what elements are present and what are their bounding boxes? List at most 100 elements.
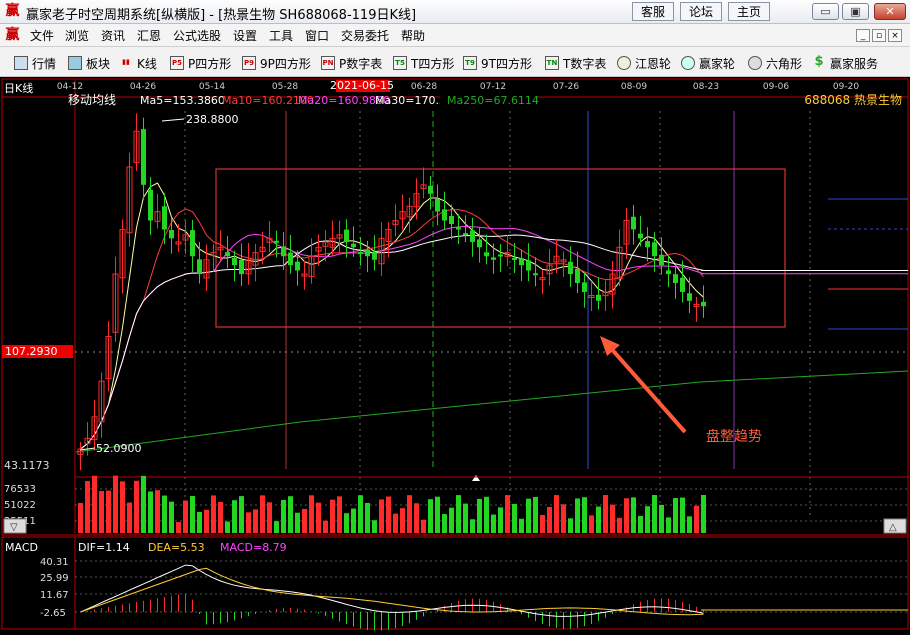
- restore-button[interactable]: ▣: [842, 3, 869, 20]
- menu-trade[interactable]: 交易委托: [341, 27, 389, 44]
- toolbar-winner-service[interactable]: $ 赢家服务: [812, 54, 878, 72]
- mdi-restore-button[interactable]: ▫: [872, 29, 886, 42]
- menu-info[interactable]: 资讯: [101, 27, 125, 44]
- toolbar: 行情 板块 ▮▮ K线 P5 P四方形 P9 9P四方形 PN P数字表 T5 T四方形 …: [0, 47, 910, 77]
- customer-service-link[interactable]: 客服: [632, 2, 674, 21]
- app-logo-icon: 赢: [5, 3, 20, 19]
- volume-tick: 51022: [4, 500, 36, 511]
- menu-formula-screening[interactable]: 公式选股: [173, 27, 221, 44]
- dollar-icon: $: [814, 54, 824, 69]
- candle: [169, 230, 174, 239]
- volume-bar: [624, 498, 629, 533]
- annotation-arrow: [606, 343, 687, 434]
- menu-huien[interactable]: 汇恩: [137, 27, 161, 44]
- volume-bar: [218, 501, 223, 533]
- volume-bar: [92, 475, 97, 533]
- menu-file[interactable]: 文件: [30, 27, 54, 44]
- ma5-line: [80, 182, 704, 450]
- candle: [645, 241, 650, 248]
- volume-bar: [239, 496, 244, 533]
- volume-bar: [470, 519, 475, 533]
- candle: [631, 216, 636, 230]
- main-panel-border: [1, 78, 909, 536]
- candlestick-icon: ▮▮: [122, 58, 130, 66]
- toolbar-gann-wheel[interactable]: 江恩轮: [617, 54, 671, 72]
- toolbar-winner-wheel[interactable]: 赢家轮: [681, 54, 735, 72]
- candle: [162, 206, 167, 230]
- candle: [701, 301, 706, 307]
- toolbar-kline[interactable]: ▮▮ K线: [119, 54, 157, 72]
- forum-link[interactable]: 论坛: [680, 2, 722, 21]
- volume-bar: [379, 499, 384, 533]
- volume-bar: [358, 495, 363, 533]
- volume-bar: [176, 522, 181, 533]
- date-tick: 08-09: [621, 82, 647, 92]
- p5-icon: P5: [170, 56, 184, 70]
- candle: [295, 261, 300, 271]
- candle: [435, 198, 440, 212]
- menu-window[interactable]: 窗口: [305, 27, 329, 44]
- volume-bar: [232, 500, 237, 533]
- menu-tools[interactable]: 工具: [269, 27, 293, 44]
- menu-browse[interactable]: 浏览: [65, 27, 89, 44]
- volume-bar: [442, 514, 447, 533]
- volume-bar: [253, 509, 258, 533]
- volume-bar: [463, 503, 468, 533]
- volume-bar: [120, 481, 125, 533]
- ma20-line: [80, 225, 704, 450]
- volume-bar: [680, 497, 685, 533]
- toolbar-p-table[interactable]: PN P数字表: [321, 54, 382, 72]
- toolbar-t-table[interactable]: TN T数字表: [545, 54, 606, 72]
- menu-help[interactable]: 帮助: [401, 27, 425, 44]
- toolbar-9t-square[interactable]: T9 9T四方形: [463, 54, 532, 72]
- volume-tick: 76533: [4, 484, 36, 495]
- macd-tick: 40.31: [40, 557, 69, 568]
- menu-app-icon[interactable]: 赢: [4, 27, 21, 44]
- date-axis: 04-12 04-26 05-14 05-28 2021-06-15 06-28 07-12…: [57, 79, 859, 92]
- candle: [491, 257, 496, 260]
- date-tick: 09-06: [763, 82, 789, 92]
- volume-bar: [323, 520, 328, 533]
- close-button[interactable]: ✕: [874, 3, 906, 20]
- candle: [148, 189, 153, 221]
- low-price-label: 52.0900: [96, 442, 142, 455]
- mdi-minimize-button[interactable]: _: [856, 29, 870, 42]
- macd-dea: DEA=5.53: [148, 541, 205, 554]
- wheel-icon: [681, 56, 695, 70]
- minimize-button[interactable]: ▭: [812, 3, 839, 20]
- chart-svg[interactable]: 04-12 04-26 05-14 05-28 2021-06-15 06-28 07-12…: [0, 77, 910, 631]
- ma250-label-top: Ma250=67.6114: [447, 94, 539, 107]
- date-tick: 04-12: [57, 82, 83, 92]
- date-tick: 07-12: [480, 82, 506, 92]
- blocks-icon: [68, 56, 82, 70]
- homepage-link[interactable]: 主页: [728, 2, 770, 21]
- volume-bar: [575, 498, 580, 533]
- candle: [638, 233, 643, 239]
- candle: [673, 274, 678, 283]
- volume-bar: [141, 475, 146, 533]
- toolbar-9p-square[interactable]: P9 9P四方形: [242, 54, 311, 72]
- volume-bar: [225, 521, 230, 533]
- volume-bar: [337, 496, 342, 533]
- mdi-close-button[interactable]: ×: [888, 29, 902, 42]
- candle: [568, 261, 573, 275]
- volume-bar: [687, 516, 692, 533]
- toolbar-t-square[interactable]: T5 T四方形: [393, 54, 454, 72]
- candle: [533, 273, 538, 276]
- dif-line: [80, 564, 704, 617]
- volume-bar: [99, 491, 104, 533]
- candle: [484, 252, 489, 257]
- volume-bar: [449, 507, 454, 533]
- macd-title: MACD: [5, 541, 38, 554]
- toolbar-quotes[interactable]: 行情: [14, 54, 56, 72]
- toolbar-sectors[interactable]: 板块: [68, 54, 110, 72]
- volume-bar: [127, 502, 132, 533]
- toolbar-hexagon[interactable]: 六角形: [748, 54, 802, 72]
- toolbar-p-square[interactable]: P5 P四方形: [170, 54, 231, 72]
- volume-bar: [288, 496, 293, 533]
- menu-settings[interactable]: 设置: [233, 27, 257, 44]
- candle: [428, 185, 433, 194]
- annotation-text: 盘整趋势: [706, 428, 762, 445]
- window-title: 赢家老子时空周期系统[纵横版] - [热景生物 SH688068-119日K线]: [26, 8, 417, 23]
- chart-area[interactable]: 04-12 04-26 05-14 05-28 2021-06-15 06-28 07-12…: [0, 77, 910, 631]
